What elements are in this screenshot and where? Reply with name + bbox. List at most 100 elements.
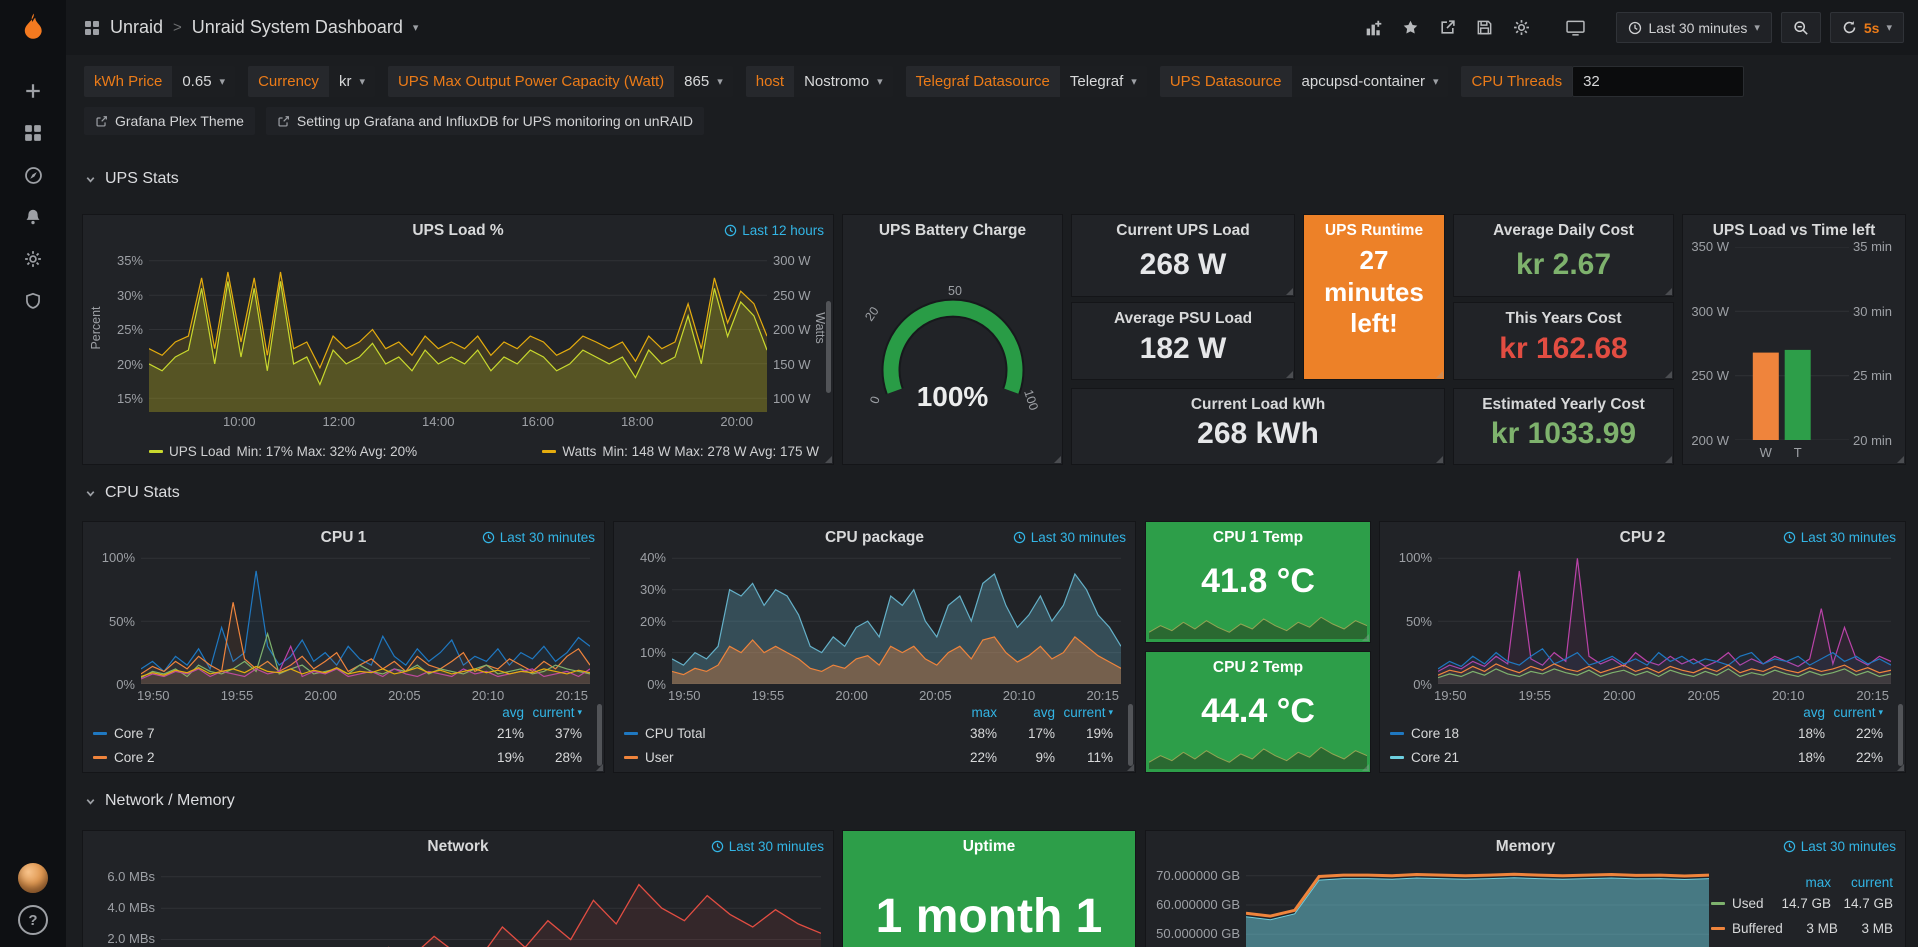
legend-series-name[interactable]: UPS Load xyxy=(169,444,231,459)
y-tick: 0% xyxy=(622,677,666,692)
panel-title[interactable]: CPU 1 Temp xyxy=(1146,529,1370,547)
stat-value: 1 month 1 xyxy=(843,889,1135,944)
legend-series-name[interactable]: CPU Total xyxy=(645,726,939,741)
y-tick: 250 W xyxy=(1687,368,1729,383)
legend-scrollbar[interactable] xyxy=(597,704,602,766)
legend-series-name[interactable]: Core 18 xyxy=(1411,726,1767,741)
cpu1-chart[interactable] xyxy=(141,552,590,684)
panel-time-override[interactable]: Last 30 minutes xyxy=(482,530,595,545)
legend-col-avg[interactable]: avg xyxy=(1767,705,1825,720)
panel-estimated-yearly-cost: Estimated Yearly Cost kr 1033.99 xyxy=(1454,389,1673,464)
y-tick: 30% xyxy=(622,582,666,597)
legend-series-name[interactable]: Buffered xyxy=(1732,921,1783,936)
y-axis-title-right: Watts xyxy=(813,300,827,356)
panel-title[interactable]: Current UPS Load xyxy=(1072,222,1294,240)
legend-table: avg current▾ Core 7 21% 37% Core 2 19% 2… xyxy=(93,704,582,769)
legend-col-current[interactable]: current▾ xyxy=(524,705,582,720)
clock-icon xyxy=(482,531,495,544)
sort-caret-icon: ▾ xyxy=(1878,707,1883,718)
x-axis: 19:50 19:55 20:00 20:05 20:10 20:15 xyxy=(1434,688,1889,704)
panel-title[interactable]: This Years Cost xyxy=(1454,310,1673,328)
legend-series-name[interactable]: Core 7 xyxy=(114,726,466,741)
legend-series-name[interactable]: User xyxy=(645,750,939,765)
stat-value: 27 minutes left! xyxy=(1304,245,1444,340)
legend-series-name[interactable]: Watts xyxy=(562,444,596,459)
legend-header: max avg current▾ xyxy=(624,704,1113,721)
y-tick: 30% xyxy=(97,288,143,303)
panel-title[interactable]: Uptime xyxy=(843,838,1135,856)
panel-title[interactable]: UPS Load vs Time left xyxy=(1683,222,1905,240)
panel-scrollbar[interactable] xyxy=(826,301,831,393)
legend-series-name[interactable]: Core 21 xyxy=(1411,750,1767,765)
panel-title[interactable]: UPS Load % xyxy=(83,222,833,240)
ups-load-chart[interactable] xyxy=(149,247,767,412)
legend-col-current[interactable]: current▾ xyxy=(1825,705,1883,720)
avatar[interactable] xyxy=(18,863,48,893)
legend-series-name[interactable]: Core 2 xyxy=(114,750,466,765)
y-axis-left: 40% 30% 20% 10% 0% xyxy=(622,550,666,692)
grafana-logo[interactable] xyxy=(16,11,50,50)
legend-scrollbar[interactable] xyxy=(1128,704,1133,766)
legend-col-current[interactable]: current▾ xyxy=(1055,705,1113,720)
legend-value: 14.7 GB xyxy=(1769,896,1831,911)
battery-gauge[interactable] xyxy=(843,215,1062,464)
panel-time-override[interactable]: Last 30 minutes xyxy=(1013,530,1126,545)
panel-title[interactable]: Estimated Yearly Cost xyxy=(1454,396,1673,414)
y-axis-left: 100% 50% 0% xyxy=(91,550,135,692)
panel-time-override[interactable]: Last 30 minutes xyxy=(1783,530,1896,545)
panel-title[interactable]: Current Load kWh xyxy=(1072,396,1444,414)
gauge-tick: 50 xyxy=(948,284,962,298)
alerting-icon[interactable] xyxy=(12,196,54,238)
panel-ups-runtime: UPS Runtime 27 minutes left! xyxy=(1304,215,1444,379)
legend-series-name[interactable]: Used xyxy=(1732,896,1769,911)
panel-ups-load: UPS Load % Last 12 hours Percent 35% 30%… xyxy=(83,215,833,464)
configuration-icon[interactable] xyxy=(12,238,54,280)
panel-title[interactable]: UPS Runtime xyxy=(1304,222,1444,240)
legend-col-max[interactable]: max xyxy=(939,705,997,720)
legend-series-color xyxy=(1390,756,1404,759)
y-tick: 0% xyxy=(91,677,135,692)
create-icon[interactable] xyxy=(12,70,54,112)
load-vs-time-chart[interactable] xyxy=(1735,247,1849,440)
legend-col-avg[interactable]: avg xyxy=(466,705,524,720)
row-header-network-memory[interactable]: Network / Memory xyxy=(84,792,235,810)
dashboard-grid: UPS Stats UPS Load % Last 12 hours Perce… xyxy=(66,0,1918,947)
legend-scrollbar[interactable] xyxy=(1898,704,1903,766)
network-chart[interactable] xyxy=(161,861,821,947)
legend-table: max avg current▾ CPU Total 38% 17% 19% U… xyxy=(624,704,1113,769)
panel-time-override[interactable]: Last 30 minutes xyxy=(1783,839,1896,854)
memory-chart[interactable] xyxy=(1246,861,1709,947)
x-tick: 19:55 xyxy=(221,688,254,704)
y-axis-left: 100% 50% 0% xyxy=(1388,550,1432,692)
help-icon[interactable]: ? xyxy=(18,905,48,935)
server-admin-icon[interactable] xyxy=(12,280,54,322)
y-tick: 35 min xyxy=(1853,239,1901,254)
chevron-down-icon xyxy=(84,173,97,186)
legend-col-current[interactable]: current xyxy=(1831,875,1893,890)
legend-col-max[interactable]: max xyxy=(1769,875,1831,890)
stat-value: 268 kWh xyxy=(1072,417,1444,451)
panel-title[interactable]: CPU 2 Temp xyxy=(1146,659,1370,677)
legend-value: 17% xyxy=(997,726,1055,741)
panel-time-override[interactable]: Last 30 minutes xyxy=(711,839,824,854)
row-header-cpu-stats[interactable]: CPU Stats xyxy=(84,484,180,502)
legend-value: 11% xyxy=(1055,750,1113,765)
legend-col-avg[interactable]: avg xyxy=(997,705,1055,720)
cpu-package-chart[interactable] xyxy=(672,552,1121,684)
y-axis-left: 350 W 300 W 250 W 200 W xyxy=(1687,239,1729,448)
sidebar: ? xyxy=(0,0,66,947)
legend-header: avg current▾ xyxy=(93,704,582,721)
panel-title[interactable]: Average PSU Load xyxy=(1072,310,1294,328)
panel-time-override[interactable]: Last 12 hours xyxy=(724,223,824,238)
panel-average-daily-cost: Average Daily Cost kr 2.67 xyxy=(1454,215,1673,296)
x-tick: 20:00 xyxy=(720,414,753,431)
explore-icon[interactable] xyxy=(12,154,54,196)
dashboards-icon[interactable] xyxy=(12,112,54,154)
panel-ups-battery-charge: UPS Battery Charge 0 20 50 100 100% xyxy=(843,215,1062,464)
y-tick: 20% xyxy=(622,614,666,629)
y-tick: 30 min xyxy=(1853,304,1901,319)
row-header-ups-stats[interactable]: UPS Stats xyxy=(84,170,179,188)
x-tick: 20:00 xyxy=(1603,688,1636,704)
panel-title[interactable]: Average Daily Cost xyxy=(1454,222,1673,240)
cpu2-chart[interactable] xyxy=(1438,552,1891,684)
